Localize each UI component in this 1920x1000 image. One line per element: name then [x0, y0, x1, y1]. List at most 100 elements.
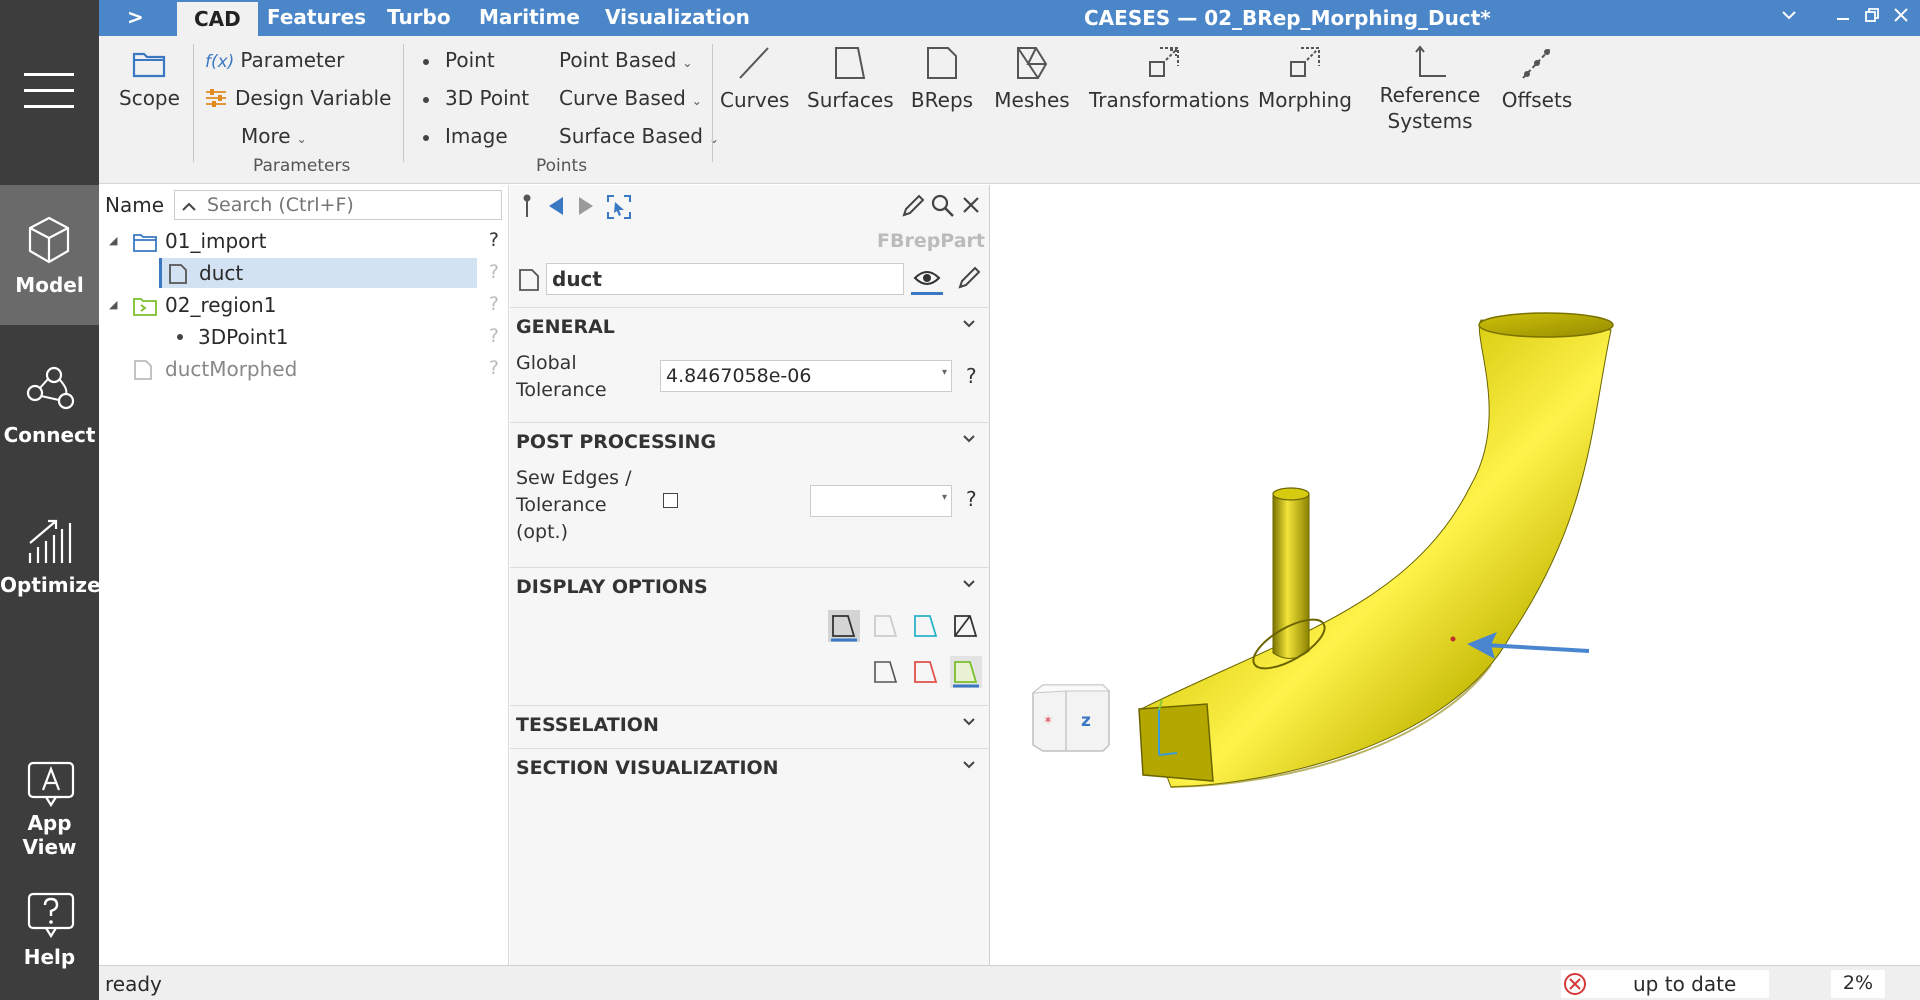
expand-triangle-icon[interactable]: ◢	[109, 298, 117, 311]
help-question-icon[interactable]: ?	[489, 325, 499, 347]
help-question-icon[interactable]: ?	[489, 261, 499, 283]
reference-label: Reference	[1379, 83, 1481, 107]
breps-button[interactable]: BReps	[909, 44, 975, 112]
section-general-title[interactable]: GENERAL	[516, 316, 615, 338]
chevron-down-icon[interactable]	[962, 432, 976, 446]
tab-visualization[interactable]: Visualization	[605, 5, 750, 29]
curve-based-label: Curve Based	[559, 86, 686, 110]
shaded-edges-icon[interactable]	[828, 610, 860, 642]
chevron-down-icon[interactable]	[962, 317, 976, 331]
more-dropdown[interactable]: More ⌄	[241, 124, 307, 148]
section-display-options-title[interactable]: DISPLAY OPTIONS	[516, 576, 708, 598]
curves-button[interactable]: Curves	[720, 44, 789, 112]
tab-maritime[interactable]: Maritime	[479, 5, 580, 29]
chevron-up-icon[interactable]	[181, 197, 197, 217]
visibility-toggle[interactable]	[911, 263, 943, 295]
parameter-button[interactable]: f(x) Parameter	[205, 48, 344, 72]
expand-triangle-icon[interactable]: ◢	[109, 234, 117, 247]
sidebar-item-connect[interactable]: Connect	[0, 345, 99, 485]
scope-button[interactable]: Scope	[119, 44, 180, 110]
sidebar-item-optimize[interactable]: Optimize	[0, 495, 101, 635]
orientation-cube[interactable]: ✶ z	[1031, 684, 1111, 752]
point-based-dropdown[interactable]: Point Based ⌄	[559, 48, 692, 72]
tree-item-01-import[interactable]: ◢ 01_import ?	[99, 225, 499, 257]
offsets-button[interactable]: Offsets	[1499, 44, 1575, 112]
3d-viewport[interactable]: ✶ z	[991, 185, 1920, 965]
tree-search-box[interactable]	[174, 190, 502, 220]
image-button[interactable]: Image	[423, 124, 508, 148]
chevron-down-icon[interactable]	[962, 715, 976, 729]
section-post-processing-title[interactable]: POST PROCESSING	[516, 431, 716, 453]
global-tolerance-input[interactable]: 4.8467058e-06 ▾	[660, 360, 952, 392]
folder-icon	[132, 52, 166, 78]
restore-icon[interactable]	[1865, 8, 1879, 22]
chevron-down-icon[interactable]: ▾	[942, 492, 947, 503]
global-tolerance-label-line2: Tolerance	[516, 379, 607, 401]
search-input[interactable]	[207, 194, 497, 216]
close-icon[interactable]	[962, 196, 980, 214]
object-name-field[interactable]: duct	[546, 263, 904, 295]
surface-icon	[835, 47, 866, 79]
search-icon[interactable]	[930, 193, 956, 219]
chevron-down-icon[interactable]	[962, 577, 976, 591]
back-arrow-icon[interactable]	[546, 195, 566, 217]
reference-systems-button[interactable]: Reference Systems	[1375, 44, 1485, 134]
tree-item-ductmorphed[interactable]: ductMorphed ?	[99, 353, 499, 385]
edit-pencil-icon[interactable]	[956, 265, 982, 291]
sidebar-item-app-view[interactable]: App View	[0, 745, 99, 885]
select-target-icon[interactable]	[606, 194, 632, 220]
tree-item-3dpoint1[interactable]: 3DPoint1 ?	[99, 321, 499, 353]
morphing-button[interactable]: Morphing	[1257, 44, 1353, 112]
surfaces-button[interactable]: Surfaces	[807, 44, 894, 112]
design-variable-button[interactable]: Design Variable	[205, 86, 391, 110]
surface-based-dropdown[interactable]: Surface Based ⌄	[559, 124, 719, 148]
hamburger-menu-icon[interactable]	[24, 73, 74, 109]
meshes-button[interactable]: Meshes	[993, 44, 1071, 112]
help-question-icon[interactable]: ?	[489, 293, 499, 315]
dropdown-chevron-icon[interactable]	[1781, 8, 1797, 22]
pin-icon[interactable]	[520, 193, 534, 219]
tab-features[interactable]: Features	[267, 5, 366, 29]
3dpoint1-marker[interactable]	[1450, 636, 1456, 642]
transformations-button[interactable]: Transformations	[1089, 44, 1249, 112]
forward-arrow-icon[interactable]	[576, 195, 596, 217]
tree-item-02-region1[interactable]: ◢ 02_region1 ?	[99, 289, 499, 321]
mesh-edges-icon[interactable]	[950, 610, 982, 642]
edit-pencil-icon[interactable]	[900, 193, 926, 219]
outline-icon[interactable]	[870, 656, 902, 688]
help-question-icon[interactable]: ?	[489, 229, 499, 251]
help-question-icon[interactable]: ?	[489, 357, 499, 379]
duct-model[interactable]	[1138, 312, 1614, 788]
feature-folder-icon	[133, 298, 157, 316]
green-surface-icon[interactable]	[950, 656, 982, 688]
section-tesselation-title[interactable]: TESSELATION	[516, 714, 659, 736]
point-button[interactable]: Point	[423, 48, 495, 72]
viewport-canvas[interactable]: ✶ z	[991, 185, 1920, 965]
point-icon	[177, 334, 183, 340]
sidebar-item-model[interactable]: Model	[0, 185, 99, 325]
cyan-edges-icon[interactable]	[910, 610, 942, 642]
transformations-label: Transformations	[1089, 88, 1250, 112]
section-section-visualization-title[interactable]: SECTION VISUALIZATION	[516, 757, 779, 779]
minimize-icon[interactable]	[1836, 8, 1850, 22]
sew-tolerance-input[interactable]: ▾	[810, 485, 952, 517]
brep-icon	[169, 264, 187, 284]
chevron-down-icon[interactable]: ▾	[942, 367, 947, 378]
help-question-icon[interactable]: ?	[966, 364, 977, 388]
tab-turbo[interactable]: Turbo	[387, 5, 451, 29]
3d-point-button[interactable]: 3D Point	[423, 86, 529, 110]
sidebar-label-connect: Connect	[3, 423, 96, 447]
red-edges-icon[interactable]	[910, 656, 942, 688]
sidebar-item-help[interactable]: Help	[0, 880, 99, 1000]
chevron-down-icon[interactable]	[962, 758, 976, 772]
curve-based-dropdown[interactable]: Curve Based ⌄	[559, 86, 702, 110]
close-window-icon[interactable]	[1894, 8, 1908, 22]
update-status-box[interactable]: up to date	[1561, 970, 1769, 998]
help-question-icon[interactable]: ?	[966, 487, 977, 511]
tree-item-duct[interactable]: duct ?	[99, 257, 499, 289]
tab-cad[interactable]: CAD	[177, 2, 258, 36]
design-variable-label: Design Variable	[235, 86, 392, 110]
transparent-icon[interactable]	[870, 610, 902, 642]
sew-edges-checkbox[interactable]	[663, 493, 678, 508]
expand-chevron-icon[interactable]: >	[127, 5, 144, 29]
